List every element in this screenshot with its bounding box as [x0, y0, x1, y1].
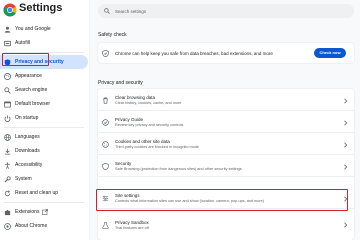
- sandbox-icon: [102, 221, 109, 229]
- chevron-right-icon: [343, 98, 348, 104]
- cookie-icon: [102, 141, 109, 148]
- site-settings-icon: [102, 195, 109, 202]
- privacy-guide-row[interactable]: Privacy Guide Review key privacy and secu…: [98, 113, 354, 133]
- chevron-right-icon: [343, 120, 348, 126]
- sidebar-divider: [4, 52, 84, 53]
- sidebar-item-you-and-google[interactable]: You and Google: [0, 22, 90, 36]
- row-subtitle: Third-party cookies are blocked in Incog…: [115, 145, 199, 149]
- sidebar-item-appearance[interactable]: Appearance: [0, 69, 90, 83]
- sidebar: Settings You and Google Autofill Privacy…: [0, 0, 90, 240]
- check-now-button[interactable]: Check now: [314, 48, 346, 58]
- settings-window: Settings You and Google Autofill Privacy…: [0, 0, 360, 240]
- puzzle-icon: [4, 209, 11, 216]
- sidebar-item-label: Default browser: [15, 101, 51, 107]
- privacy-sandbox-row[interactable]: Privacy Sandbox Trial features are off: [98, 215, 354, 235]
- security-row[interactable]: Security Safe Browsing (protection from d…: [98, 157, 354, 177]
- sidebar-item-system[interactable]: System: [0, 172, 90, 186]
- sidebar-item-default-browser[interactable]: Default browser: [0, 97, 90, 111]
- security-shield-icon: [102, 163, 109, 170]
- safety-check-heading: Safety check: [98, 32, 127, 38]
- sidebar-item-label: Reset and clean up: [15, 190, 59, 196]
- search-input[interactable]: [115, 6, 335, 16]
- sidebar-item-label: You and Google: [15, 26, 51, 32]
- person-icon: [4, 26, 11, 33]
- row-subtitle: Clear history, cookies, cache, and more: [115, 101, 182, 105]
- safety-check-description: Chrome can help keep you safe from data …: [115, 50, 273, 56]
- sidebar-item-privacy-and-security[interactable]: Privacy and security: [0, 55, 88, 69]
- sidebar-item-extensions[interactable]: Extensions: [0, 205, 90, 219]
- palette-icon: [4, 72, 11, 80]
- sidebar-item-autofill[interactable]: Autofill: [0, 36, 90, 50]
- reset-icon: [4, 189, 11, 197]
- accessibility-icon: [4, 161, 11, 169]
- chevron-right-icon: [343, 142, 348, 148]
- sidebar-item-about-chrome[interactable]: About Chrome: [0, 219, 90, 233]
- main-content: Safety check Chrome can help keep you sa…: [90, 0, 360, 240]
- cookies-row[interactable]: Cookies and other site data Third-party c…: [98, 135, 354, 155]
- sidebar-item-reset-and-clean-up[interactable]: Reset and clean up: [0, 186, 90, 200]
- search-icon: [4, 86, 11, 94]
- brand: Settings: [0, 0, 90, 22]
- sidebar-item-label: Accessibility: [15, 162, 43, 168]
- sidebar-item-accessibility[interactable]: Accessibility: [0, 158, 90, 172]
- row-subtitle: Safe Browsing (protection from dangerous…: [115, 167, 242, 171]
- privacy-guide-icon: [102, 119, 109, 126]
- row-subtitle: Controls what information sites can use …: [115, 199, 264, 203]
- chevron-right-icon: [343, 164, 348, 170]
- sidebar-item-label: Languages: [15, 134, 40, 140]
- clear-browsing-data-row[interactable]: Clear browsing data Clear history, cookie…: [98, 91, 354, 111]
- chevron-right-icon: [343, 196, 348, 202]
- site-settings-row[interactable]: Site settings Controls what information s…: [98, 189, 354, 209]
- privacy-section-heading: Privacy and security: [98, 80, 143, 86]
- sidebar-item-search-engine[interactable]: Search engine: [0, 83, 90, 97]
- wrench-icon: [4, 175, 11, 183]
- sidebar-item-label: On startup: [15, 115, 39, 121]
- sidebar-item-label: Downloads: [15, 148, 40, 154]
- search-bar[interactable]: [98, 4, 354, 18]
- sidebar-item-label: System: [15, 176, 32, 182]
- chrome-icon: [4, 222, 11, 230]
- page-title: Settings: [19, 2, 63, 14]
- sidebar-item-label: Appearance: [15, 73, 42, 79]
- autofill-icon: [4, 40, 11, 47]
- sidebar-item-on-startup[interactable]: On startup: [0, 111, 90, 125]
- sidebar-nav: You and Google Autofill Privacy and secu…: [0, 22, 90, 233]
- sidebar-divider: [4, 202, 84, 203]
- safety-check-card: Chrome can help keep you safe from data …: [98, 43, 354, 63]
- trash-icon: [102, 97, 109, 104]
- privacy-card: Clear browsing data Clear history, cookie…: [98, 89, 354, 240]
- browser-icon: [4, 100, 11, 108]
- shield-icon: [4, 58, 11, 66]
- sidebar-item-downloads[interactable]: Downloads: [0, 144, 90, 158]
- power-icon: [4, 115, 11, 122]
- chevron-right-icon: [343, 222, 348, 228]
- row-subtitle: Review key privacy and security controls: [115, 123, 184, 127]
- chrome-logo-icon: [3, 3, 17, 17]
- sidebar-item-label: Autofill: [15, 40, 31, 46]
- search-icon: [104, 8, 110, 14]
- globe-icon: [4, 133, 11, 141]
- sidebar-item-languages[interactable]: Languages: [0, 130, 90, 144]
- sidebar-item-label: Extensions: [15, 209, 40, 215]
- sidebar-item-label: Privacy and security: [15, 59, 64, 65]
- safety-shield-icon: [102, 49, 109, 57]
- sidebar-divider: [4, 127, 84, 128]
- row-subtitle: Trial features are off: [115, 225, 149, 230]
- open-in-new-icon: [42, 209, 49, 215]
- sidebar-item-label: Search engine: [15, 87, 48, 93]
- download-icon: [4, 148, 11, 155]
- sidebar-item-label: About Chrome: [15, 223, 48, 229]
